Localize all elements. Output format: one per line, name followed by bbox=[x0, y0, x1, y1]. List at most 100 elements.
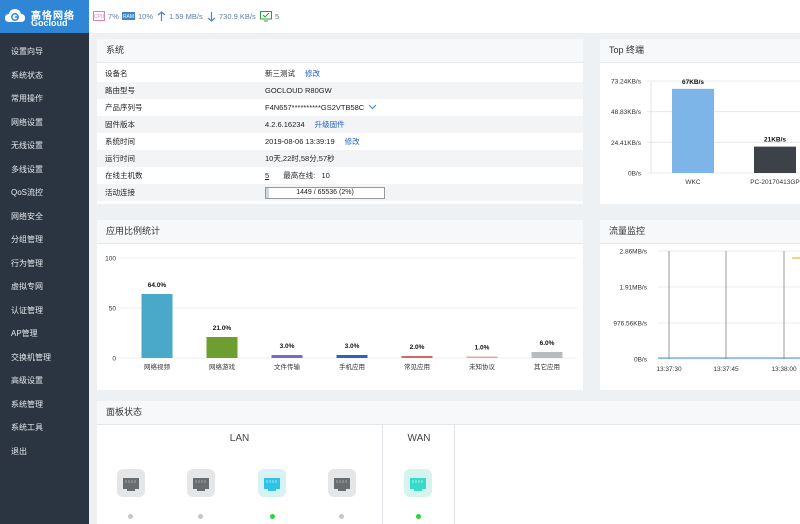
download-value: 730.9 KB/s bbox=[219, 11, 256, 21]
upgrade-firmware-link[interactable]: 升级固件 bbox=[315, 120, 345, 129]
online-hosts-link[interactable]: 5 bbox=[265, 171, 269, 180]
wan-port-1[interactable] bbox=[404, 469, 432, 497]
bar[interactable] bbox=[336, 355, 368, 358]
x-tick-label: 13:37:30 bbox=[656, 366, 682, 373]
x-tick-label: 13:38:00 bbox=[771, 366, 797, 373]
ethernet-port-icon bbox=[123, 478, 139, 491]
upload-stat: 1.59 MB/s bbox=[157, 9, 203, 23]
chevron-down-icon[interactable] bbox=[368, 104, 377, 110]
lan-port-2-status-dot bbox=[198, 514, 203, 519]
row-label: 运行时间 bbox=[105, 154, 135, 163]
x-tick-label: 未知协议 bbox=[469, 362, 496, 371]
system-time-value: 2019-08-06 13:39:19 bbox=[265, 137, 335, 146]
svg-text:RAM: RAM bbox=[123, 14, 134, 20]
traffic-monitor-title: 流量监控 bbox=[600, 220, 800, 244]
cpu-value: 7% bbox=[108, 11, 119, 21]
y-tick-label: 100 bbox=[105, 256, 116, 263]
x-tick-label: 网络视频 bbox=[144, 362, 171, 371]
bar-data-label: 21.0% bbox=[213, 325, 232, 332]
brand-logo[interactable]: 高恪网络 Gocloud bbox=[0, 0, 89, 33]
wan-section: WAN bbox=[384, 425, 455, 524]
device-name-value: 新三测试 bbox=[265, 69, 295, 78]
ram-value: 10% bbox=[138, 11, 154, 21]
traffic-monitor-panel: 流量监控 2.86MB/s 1.91MB/s 976.56KB/s 0B/s 13:37… bbox=[600, 220, 800, 390]
bar[interactable] bbox=[754, 146, 796, 173]
lan-section: LAN bbox=[97, 425, 383, 524]
sidebar-item-behavior[interactable]: 行为管理 bbox=[0, 252, 89, 276]
bar[interactable] bbox=[466, 356, 498, 359]
bar-data-label: 21KB/s bbox=[764, 137, 786, 144]
upload-value: 1.59 MB/s bbox=[169, 11, 203, 21]
sidebar-item-logout[interactable]: 退出 bbox=[0, 440, 89, 464]
bar-data-label: 3.0% bbox=[280, 343, 295, 350]
sidebar-item-vpn[interactable]: 虚拟专网 bbox=[0, 275, 89, 299]
lan-port-1[interactable] bbox=[117, 469, 145, 497]
lan-port-2[interactable] bbox=[187, 469, 215, 497]
sidebar-item-common-ops[interactable]: 常用操作 bbox=[0, 87, 89, 111]
sidebar-item-multiline[interactable]: 多线设置 bbox=[0, 158, 89, 182]
bar-data-label: 6.0% bbox=[540, 340, 555, 347]
top-terminals-panel: Top 终端 73.24KB/s 48.83KB/s 24.41KB/s 0B/s 67… bbox=[600, 39, 800, 204]
sidebar-item-security[interactable]: 网络安全 bbox=[0, 205, 89, 229]
router-model-value: GOCLOUD R80GW bbox=[265, 86, 332, 95]
sidebar-item-system-mgmt[interactable]: 系统管理 bbox=[0, 393, 89, 417]
table-row: 系统时间 2019-08-06 13:39:19 修改 bbox=[97, 133, 583, 150]
lan-label: LAN bbox=[229, 433, 250, 444]
y-tick-label: 1.91MB/s bbox=[620, 285, 648, 292]
table-row: 活动连接 1449 / 65536 (2%) bbox=[97, 184, 583, 201]
x-tick-label: 13:37:45 bbox=[713, 366, 739, 373]
serial-value: F4N657**********GS2VTB58C bbox=[265, 103, 365, 112]
sidebar-item-system-status[interactable]: 系统状态 bbox=[0, 64, 89, 88]
lan-port-3-status-dot bbox=[270, 514, 275, 519]
ethernet-port-icon bbox=[264, 478, 280, 491]
app-stats-chart: 100 50 0 64.0% 网络视频 21.0% 网络游戏 3.0% 文件传输 3.0% 手机应用… bbox=[105, 256, 577, 371]
bar[interactable] bbox=[672, 88, 714, 173]
table-row: 运行时间 10天,22时,58分,57秒 bbox=[97, 150, 583, 167]
ethernet-port-icon bbox=[334, 478, 350, 491]
edit-time-link[interactable]: 修改 bbox=[345, 137, 360, 146]
online-stat: 5 bbox=[260, 9, 279, 23]
system-panel: 系统 设备名 新三测试 修改 路由型号 GOCLOUD R80GW 产品序列号 F… bbox=[97, 39, 583, 204]
bar[interactable] bbox=[271, 355, 303, 358]
edit-device-name-link[interactable]: 修改 bbox=[305, 69, 320, 78]
online-value: 5 bbox=[275, 11, 280, 21]
sidebar-item-advanced[interactable]: 高级设置 bbox=[0, 369, 89, 393]
firmware-value: 4.2.6.16234 bbox=[265, 120, 305, 129]
x-tick-label: 网络游戏 bbox=[209, 362, 236, 371]
cloud-logo-icon bbox=[5, 9, 25, 22]
sidebar-item-network[interactable]: 网络设置 bbox=[0, 111, 89, 135]
sidebar-item-ap[interactable]: AP管理 bbox=[0, 322, 89, 346]
lan-port-3[interactable] bbox=[258, 469, 286, 497]
max-online-value: 10 bbox=[321, 171, 330, 180]
sidebar-item-groups[interactable]: 分组管理 bbox=[0, 228, 89, 252]
y-tick-label: 976.56KB/s bbox=[613, 321, 647, 328]
wan-label: WAN bbox=[407, 433, 431, 444]
top-status-bar: CPU 7% RAM 10% 1.59 MB/s 730.9 KB/s 5 bbox=[89, 0, 800, 33]
bar[interactable] bbox=[401, 356, 433, 358]
bar[interactable] bbox=[531, 352, 563, 358]
sidebar-nav: 设置向导 系统状态 常用操作 网络设置 无线设置 多线设置 QoS流控 网络安全… bbox=[0, 40, 89, 463]
sidebar-item-setup-wizard[interactable]: 设置向导 bbox=[0, 40, 89, 64]
sidebar-item-wireless[interactable]: 无线设置 bbox=[0, 134, 89, 158]
brand-name-en: Gocloud bbox=[31, 18, 68, 28]
system-panel-title: 系统 bbox=[97, 39, 583, 63]
wan-port-1-status-dot bbox=[416, 514, 421, 519]
lan-port-4[interactable] bbox=[328, 469, 356, 497]
sidebar-item-tools[interactable]: 系统工具 bbox=[0, 416, 89, 440]
top-terminals-title: Top 终端 bbox=[600, 39, 800, 63]
monitor-check-icon bbox=[260, 10, 272, 21]
bar[interactable] bbox=[206, 337, 238, 358]
sidebar-item-qos[interactable]: QoS流控 bbox=[0, 181, 89, 205]
bar-data-label: 1.0% bbox=[475, 345, 490, 352]
lan-port-4-status-dot bbox=[339, 514, 344, 519]
row-label: 固件版本 bbox=[105, 120, 135, 129]
cpu-icon: CPU bbox=[93, 11, 105, 21]
bar[interactable] bbox=[141, 294, 173, 358]
sidebar-item-auth[interactable]: 认证管理 bbox=[0, 299, 89, 323]
table-row: 在线主机数 5 最高在线: 10 bbox=[97, 167, 583, 184]
bar-data-label: 64.0% bbox=[148, 282, 167, 289]
traffic-monitor-chart: 2.86MB/s 1.91MB/s 976.56KB/s 0B/s 13:37:30 13… bbox=[613, 249, 800, 373]
y-tick-label: 2.86MB/s bbox=[620, 249, 648, 256]
sidebar-item-switch[interactable]: 交换机管理 bbox=[0, 346, 89, 370]
top-terminals-chart: 73.24KB/s 48.83KB/s 24.41KB/s 0B/s 67KB/s WKC… bbox=[611, 79, 800, 186]
